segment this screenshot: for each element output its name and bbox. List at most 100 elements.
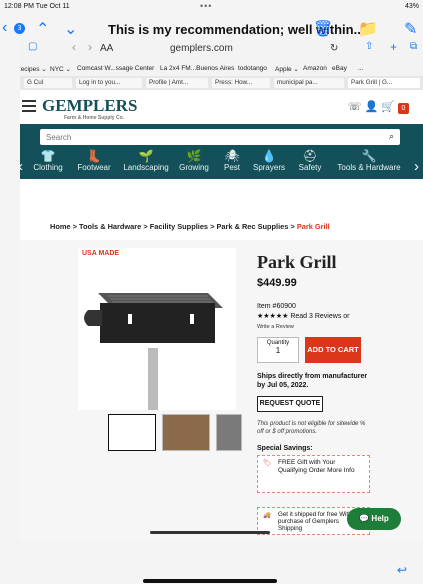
reload-icon[interactable]: ↻ — [330, 43, 338, 54]
category-label: Safety — [298, 163, 322, 172]
category-label: Pest — [223, 163, 240, 172]
compose-icon[interactable]: ✎ — [404, 19, 417, 39]
grill-illustration — [84, 293, 223, 410]
trash-icon[interactable]: 🗑 — [313, 19, 333, 39]
help-label: Help — [371, 514, 389, 523]
breadcrumb-tools[interactable]: Tools & Hardware — [79, 222, 141, 231]
browser-tab[interactable]: Press: How... — [212, 78, 270, 88]
back-arrow-icon[interactable]: ‹ — [72, 40, 76, 54]
helmet-icon: ⛑ — [302, 149, 318, 163]
category-label: Footwear — [77, 163, 111, 172]
cart-icon[interactable]: 🛒 — [381, 101, 395, 113]
bookmark-item[interactable]: Amazon — [303, 65, 327, 72]
shipping-info: Ships directly from manufacturer by Jul … — [257, 373, 368, 389]
tab-bar: G Cul Log in to you... Profile | Amt... … — [20, 76, 423, 90]
forward-arrow-icon[interactable]: › — [88, 40, 92, 54]
bookmark-item[interactable]: Comcast W...ssage Center — [77, 65, 154, 72]
usa-made-badge: USA MADE — [82, 250, 120, 257]
logo-tagline: Farm & Home Supply Co. — [64, 115, 125, 121]
gift-text: FREE Gift with Your Qualifying Order Mor… — [278, 459, 355, 474]
browser-tab[interactable]: municipal pa... — [274, 78, 344, 88]
rating-row: ★★★★★ Read 3 Reviews or — [257, 312, 417, 320]
boot-icon: 👢 — [86, 149, 102, 163]
request-quote-button[interactable]: REQUEST QUOTE — [257, 396, 323, 412]
bookmark-item[interactable]: NYC ⌄ — [50, 65, 71, 73]
reviews-link[interactable]: Read 3 Reviews or — [290, 313, 349, 320]
thumbnail-1[interactable] — [108, 414, 156, 451]
ship-offer-text: Get it shipped for free With purchase of… — [278, 511, 352, 532]
category-label: Tools & Hardware — [337, 163, 401, 172]
next-message-icon[interactable]: ⌄ — [64, 19, 77, 39]
product-price: $449.99 — [257, 277, 297, 289]
free-gift-offer[interactable]: 🏷 FREE Gift with Your Qualifying Order M… — [257, 455, 370, 493]
unread-count-badge: 3 — [14, 23, 25, 34]
write-review-link[interactable]: Write a Review — [257, 324, 417, 330]
bookmark-item[interactable]: eBay — [332, 65, 347, 72]
cart-count-badge: 0 — [398, 103, 409, 114]
category-tools-hardware[interactable]: 🔧 Tools & Hardware — [330, 149, 408, 172]
bookmark-item[interactable]: ... — [358, 65, 363, 72]
search-input[interactable]: Search ⌕ — [40, 129, 400, 145]
quantity-selector[interactable]: Quantity 1 — [257, 337, 299, 363]
help-chat-button[interactable]: 💬 Help — [347, 508, 401, 530]
menu-icon[interactable] — [22, 100, 36, 112]
nav-left-arrow-icon[interactable]: ‹ — [20, 158, 23, 175]
gemplers-logo[interactable]: GEMPLERS Farm & Home Supply Co. — [42, 96, 138, 121]
multitasking-dots-icon[interactable]: ••• — [200, 1, 212, 11]
tab-overview-icon[interactable]: ⧉ — [410, 41, 417, 52]
thumbnail-3[interactable] — [216, 414, 242, 451]
mail-toolbar: ‹ 3 ⌃ ⌄ This is my recommendation; well … — [0, 14, 423, 42]
tag-icon: 🏷 — [263, 460, 272, 467]
browser-tab[interactable]: G Cul — [24, 78, 72, 88]
browser-tab[interactable]: Log in to you... — [76, 78, 142, 88]
scroll-indicator[interactable] — [150, 531, 270, 534]
reader-aa-button[interactable]: AA — [100, 43, 113, 54]
shovel-icon: 🌱 — [138, 149, 154, 163]
folder-icon[interactable]: 📁 — [358, 19, 378, 39]
bookmark-item[interactable]: todotango — [238, 65, 267, 72]
breadcrumb-current: Park Grill — [296, 222, 330, 231]
bookmark-item[interactable]: La 2x4 FM...Buenos Aires — [160, 65, 234, 72]
mail-app-screen: 12:08 PM Tue Oct 11 ••• 43% ‹ 3 ⌃ ⌄ This… — [0, 0, 423, 584]
breadcrumb: Home > Tools & Hardware > Facility Suppl… — [50, 222, 330, 231]
nav-right-arrow-icon[interactable]: › — [414, 158, 419, 175]
phone-icon[interactable]: ☏ — [348, 101, 362, 113]
thumbnail-2[interactable] — [162, 414, 210, 451]
address-bar[interactable]: AA gemplers.com ↻ — [100, 43, 350, 54]
browser-tab[interactable]: Profile | Amt... — [146, 78, 208, 88]
breadcrumb-facility[interactable]: Facility Supplies — [150, 222, 208, 231]
product-image[interactable] — [78, 248, 236, 410]
clock: 12:08 PM Tue Oct 11 — [4, 3, 70, 10]
breadcrumb-home[interactable]: Home — [50, 222, 71, 231]
shirt-icon: 👕 — [40, 149, 56, 163]
account-icon[interactable]: 👤 — [364, 101, 378, 113]
category-footwear[interactable]: 👢 Footwear — [70, 149, 118, 172]
new-tab-icon[interactable]: + — [390, 40, 397, 54]
site-header: GEMPLERS Farm & Home Supply Co. ☏ 👤 🛒 0 — [20, 90, 423, 124]
status-bar: 12:08 PM Tue Oct 11 ••• 43% — [0, 0, 423, 14]
category-label: Sprayers — [252, 163, 285, 172]
category-landscaping[interactable]: 🌱 Landscaping — [118, 149, 174, 172]
category-label: Clothing — [33, 163, 63, 172]
category-clothing[interactable]: 👕 Clothing — [24, 149, 72, 172]
product-info: Park Grill $449.99 Item #60900 ★★★★★ Rea… — [257, 252, 417, 535]
logo-text: GEMPLERS — [42, 96, 138, 115]
bookmark-item[interactable]: Recipes ⌄ — [20, 65, 47, 73]
breadcrumb-park-rec[interactable]: Park & Rec Supplies — [216, 222, 288, 231]
add-to-cart-button[interactable]: ADD TO CART — [305, 337, 361, 363]
quantity-value: 1 — [275, 346, 281, 355]
header-actions: ☏ 👤 🛒 0 — [348, 100, 409, 114]
previous-message-icon[interactable]: ⌃ — [36, 19, 49, 39]
bookmark-item[interactable]: Apple ⌄ — [275, 65, 299, 73]
sidebar-icon[interactable]: ▢ — [28, 41, 37, 52]
share-icon[interactable]: ⇧ — [365, 41, 373, 52]
category-label: Landscaping — [123, 163, 169, 172]
browser-tab-active[interactable]: Park Grill | G... — [348, 78, 420, 88]
promo-note: This product is not eligible for sitewid… — [257, 421, 366, 435]
safari-screenshot: ▢ ‹ › AA gemplers.com ↻ ⇧ + ⧉ Recipes ⌄ … — [20, 40, 423, 540]
reply-icon[interactable]: ↩ — [397, 563, 407, 577]
search-icon[interactable]: ⌕ — [389, 131, 394, 142]
category-safety[interactable]: ⛑ Safety — [286, 149, 334, 172]
back-icon[interactable]: ‹ — [2, 19, 7, 37]
home-indicator[interactable] — [143, 579, 277, 583]
